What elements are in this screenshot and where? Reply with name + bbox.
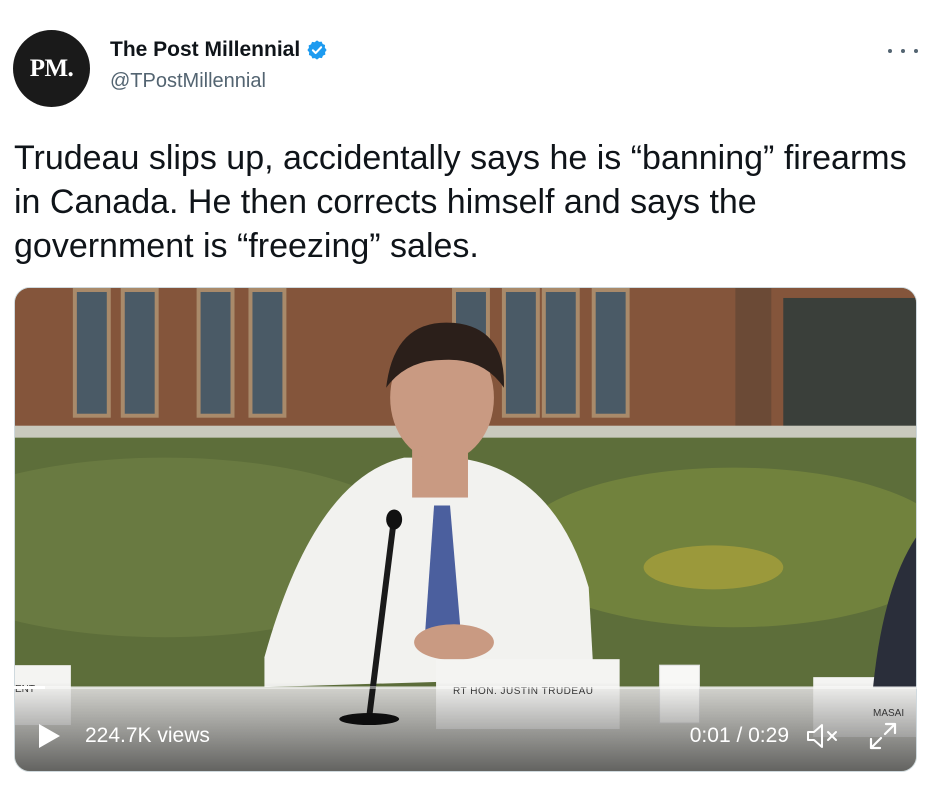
video-controls: 224.7K views 0:01 / 0:29	[14, 708, 917, 764]
mute-icon[interactable]	[805, 722, 841, 750]
avatar[interactable]: PM.	[13, 30, 90, 107]
author-block: The Post Millennial @TPostMillennial	[110, 38, 328, 93]
expand-icon[interactable]	[867, 720, 899, 752]
more-horizontal-icon	[888, 49, 892, 53]
video-player[interactable]: RT HON. JUSTIN TRUDEAU MASAI ENT	[14, 287, 917, 772]
display-name[interactable]: The Post Millennial	[110, 38, 300, 62]
more-options-button[interactable]	[888, 42, 918, 60]
view-count: 224.7K views	[85, 724, 210, 747]
handle[interactable]: @TPostMillennial	[110, 70, 328, 93]
progress-bar[interactable]	[14, 686, 917, 689]
play-icon[interactable]	[36, 722, 62, 750]
progress-bar-fill	[14, 686, 45, 689]
tweet-text: Trudeau slips up, accidentally says he i…	[14, 139, 907, 265]
verified-badge-icon	[307, 40, 327, 60]
video-time: 0:01 / 0:29	[689, 724, 789, 747]
video-frame	[15, 288, 916, 771]
avatar-logo-text: PM.	[29, 54, 74, 82]
